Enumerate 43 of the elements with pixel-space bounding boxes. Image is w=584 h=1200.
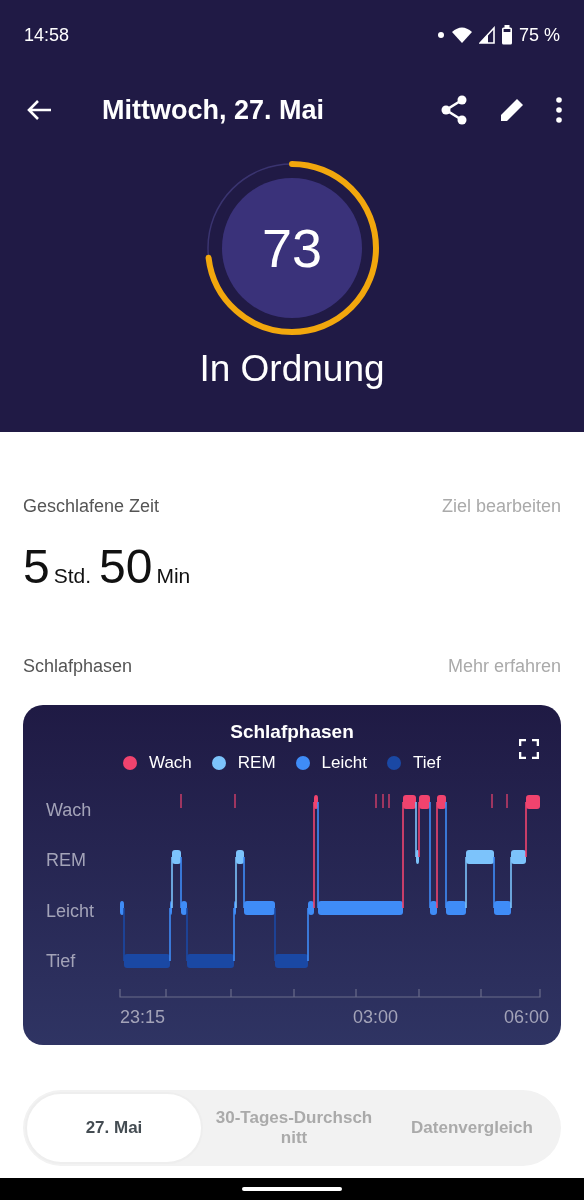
hours-unit: Std. [53, 564, 92, 588]
share-button[interactable] [440, 95, 468, 125]
legend-label: Wach [149, 753, 192, 773]
hours-value: 5 [23, 539, 50, 594]
axis-label: Tief [46, 951, 76, 972]
status-time: 14:58 [24, 24, 70, 46]
axis-label: 06:00 [504, 1007, 550, 1028]
back-arrow-icon [26, 99, 52, 121]
legend-label: Leicht [321, 753, 367, 773]
edit-button[interactable] [498, 96, 526, 124]
axis-label: 23:15 [120, 1007, 166, 1028]
edit-goal-link[interactable]: Ziel bearbeiten [441, 496, 561, 517]
axis-label: REM [46, 850, 86, 871]
signal-icon [478, 26, 495, 44]
more-icon [556, 97, 562, 123]
legend-label: Tief [413, 753, 441, 773]
tab[interactable]: Datenvergleich [385, 1092, 559, 1164]
learn-more-link[interactable]: Mehr erfahren [447, 656, 561, 677]
minutes-unit: Min [156, 564, 191, 588]
fullscreen-icon [519, 739, 539, 759]
wifi-icon [450, 26, 473, 44]
section-label: Schlafphasen [23, 656, 133, 677]
pencil-icon [498, 96, 526, 124]
score-rating: In Ordnung [198, 348, 386, 390]
battery-icon [500, 25, 513, 45]
chart-title: Schlafphasen [230, 721, 354, 743]
legend-label: REM [237, 753, 276, 773]
score-value: 73 [261, 217, 323, 279]
share-icon [440, 95, 468, 125]
back-button[interactable] [26, 99, 52, 121]
section-label: Geschlafene Zeit [23, 496, 160, 517]
more-button[interactable] [556, 97, 562, 123]
axis-label: Wach [46, 800, 92, 821]
minutes-value: 50 [99, 539, 153, 594]
home-handle[interactable] [242, 1187, 342, 1191]
notification-dot-icon [436, 31, 445, 39]
axis-label: 03:00 [353, 1007, 399, 1028]
fullscreen-button[interactable] [519, 739, 539, 759]
axis-label: Leicht [46, 901, 95, 922]
tab[interactable]: 27. Mai [25, 1092, 203, 1164]
battery-level: 75 % [518, 24, 560, 46]
tab[interactable]: 30-Tages-Durchschnitt [207, 1092, 381, 1164]
date-title: Mittwoch, 27. Mai [102, 94, 326, 126]
